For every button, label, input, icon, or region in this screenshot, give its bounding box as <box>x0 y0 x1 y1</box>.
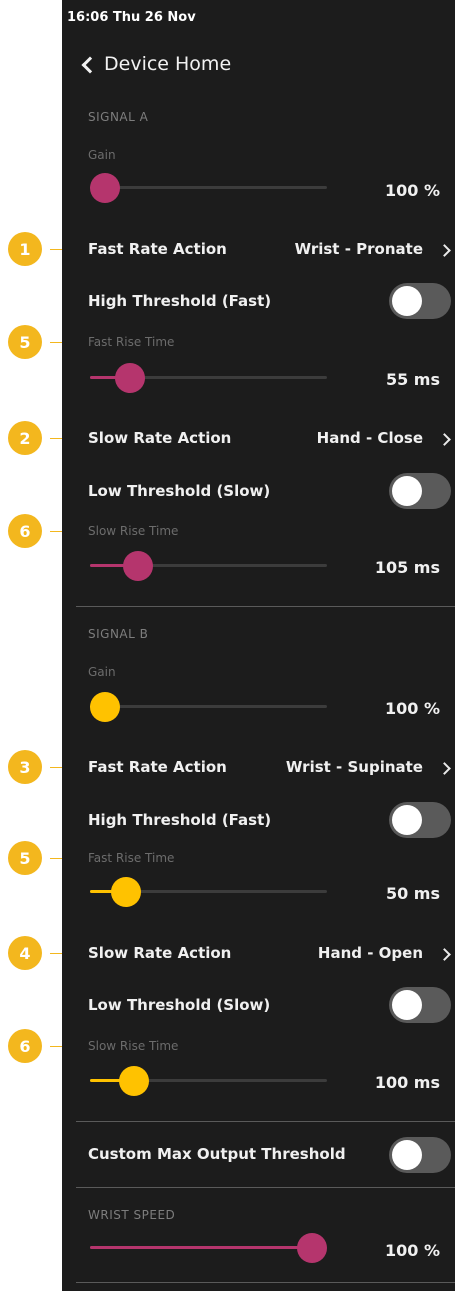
callout-6b: 6 <box>8 1029 88 1063</box>
signal-b-header: SIGNAL B <box>88 627 149 641</box>
signal-a-slow-rate-action-label[interactable]: Slow Rate Action <box>88 429 231 447</box>
signal-b-fast-rate-action-value[interactable]: Wrist - Supinate <box>286 758 423 776</box>
signal-b-gain-slider[interactable] <box>90 692 327 722</box>
signal-b-low-threshold-label: Low Threshold (Slow) <box>88 996 271 1014</box>
wrist-speed-value: 100 % <box>385 1241 440 1260</box>
signal-b-gain-label: Gain <box>88 665 116 679</box>
toggle-knob <box>392 990 422 1020</box>
section-divider <box>76 1121 455 1122</box>
toggle-knob <box>392 476 422 506</box>
signal-a-fast-rise-time-slider[interactable] <box>90 363 327 393</box>
callout-2: 2 <box>8 421 78 455</box>
callout-badge: 6 <box>8 514 42 548</box>
chevron-right-icon[interactable] <box>438 762 451 775</box>
signal-a-high-threshold-label: High Threshold (Fast) <box>88 292 272 310</box>
wrist-speed-header: WRIST SPEED <box>88 1208 176 1222</box>
callout-1: 1 <box>8 232 78 266</box>
callout-5b: 5 <box>8 841 88 875</box>
callout-badge: 4 <box>8 936 42 970</box>
signal-b-gain-value: 100 % <box>385 699 440 718</box>
signal-a-fast-rate-action-label[interactable]: Fast Rate Action <box>88 240 227 258</box>
signal-a-low-threshold-toggle[interactable] <box>389 473 451 509</box>
signal-b-slow-rate-action-value[interactable]: Hand - Open <box>318 944 423 962</box>
signal-a-gain-label: Gain <box>88 148 116 162</box>
signal-b-slow-rise-time-label: Slow Rise Time <box>88 1039 179 1053</box>
slider-track <box>90 705 327 708</box>
chevron-right-icon[interactable] <box>438 948 451 961</box>
signal-a-fast-rise-time-value: 55 ms <box>385 370 440 389</box>
toggle-knob <box>392 805 422 835</box>
callout-badge: 3 <box>8 750 42 784</box>
signal-b-high-threshold-toggle[interactable] <box>389 802 451 838</box>
signal-a-slow-rate-action-value[interactable]: Hand - Close <box>317 429 423 447</box>
custom-max-output-toggle[interactable] <box>389 1137 451 1173</box>
callout-badge: 6 <box>8 1029 42 1063</box>
signal-b-slow-rise-time-slider[interactable] <box>90 1066 327 1096</box>
callout-badge: 1 <box>8 232 42 266</box>
signal-a-gain-value: 100 % <box>385 181 440 200</box>
slider-thumb[interactable] <box>123 551 153 581</box>
signal-a-high-threshold-toggle[interactable] <box>389 283 451 319</box>
signal-a-header: SIGNAL A <box>88 110 149 124</box>
signal-a-fast-rise-time-label: Fast Rise Time <box>88 335 175 349</box>
chevron-right-icon[interactable] <box>438 244 451 257</box>
wrist-speed-slider[interactable] <box>90 1233 327 1263</box>
chevron-left-icon <box>81 56 99 73</box>
toggle-knob <box>392 1140 422 1170</box>
slider-track <box>90 186 327 189</box>
section-divider <box>76 606 455 607</box>
callout-badge: 5 <box>8 841 42 875</box>
slider-thumb[interactable] <box>119 1066 149 1096</box>
signal-a-slow-rise-time-slider[interactable] <box>90 551 327 581</box>
signal-b-fast-rise-time-slider[interactable] <box>90 877 327 907</box>
signal-b-high-threshold-label: High Threshold (Fast) <box>88 811 272 829</box>
signal-b-fast-rate-action-label[interactable]: Fast Rate Action <box>88 758 227 776</box>
slider-fill <box>90 1246 312 1249</box>
status-bar-time: 16:06 Thu 26 Nov <box>67 10 196 25</box>
section-divider <box>76 1282 455 1283</box>
slider-thumb[interactable] <box>90 692 120 722</box>
signal-a-gain-slider[interactable] <box>90 173 327 203</box>
signal-b-fast-rise-time-value: 50 ms <box>385 884 440 903</box>
signal-a-slow-rise-time-value: 105 ms <box>374 558 440 577</box>
back-label: Device Home <box>104 53 232 75</box>
chevron-right-icon[interactable] <box>438 433 451 446</box>
callout-3: 3 <box>8 750 78 784</box>
section-divider <box>76 1187 455 1188</box>
callout-badge: 5 <box>8 325 42 359</box>
device-screen: 16:06 Thu 26 Nov Device Home SIGNAL A Ga… <box>62 0 455 1291</box>
callout-badge: 2 <box>8 421 42 455</box>
signal-b-low-threshold-toggle[interactable] <box>389 987 451 1023</box>
signal-a-slow-rise-time-label: Slow Rise Time <box>88 524 179 538</box>
back-button[interactable]: Device Home <box>81 52 232 76</box>
signal-b-slow-rate-action-label[interactable]: Slow Rate Action <box>88 944 231 962</box>
custom-max-output-label: Custom Max Output Threshold <box>88 1145 346 1163</box>
signal-a-low-threshold-label: Low Threshold (Slow) <box>88 482 271 500</box>
callout-4: 4 <box>8 936 78 970</box>
signal-a-fast-rate-action-value[interactable]: Wrist - Pronate <box>295 240 423 258</box>
signal-b-slow-rise-time-value: 100 ms <box>374 1073 440 1092</box>
slider-thumb[interactable] <box>297 1233 327 1263</box>
slider-thumb[interactable] <box>111 877 141 907</box>
callout-6a: 6 <box>8 514 88 548</box>
slider-thumb[interactable] <box>115 363 145 393</box>
slider-thumb[interactable] <box>90 173 120 203</box>
signal-b-fast-rise-time-label: Fast Rise Time <box>88 851 175 865</box>
toggle-knob <box>392 286 422 316</box>
callout-5a: 5 <box>8 325 88 359</box>
